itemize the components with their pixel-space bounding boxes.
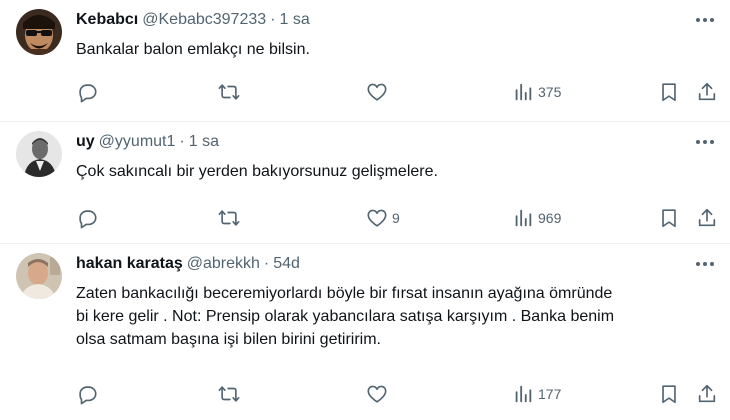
more-options-button[interactable]: [692, 254, 718, 274]
view-count: 375: [538, 84, 562, 100]
reply-icon: [79, 84, 97, 103]
heart-icon: [367, 209, 387, 227]
reply-button[interactable]: [76, 204, 102, 232]
more-dots-icon: [696, 262, 714, 266]
share-button[interactable]: [696, 78, 718, 106]
tweet-kebabci[interactable]: Kebabcı @Kebabc397233 · 1 sa Bankalar balon…: [0, 0, 730, 122]
timestamp[interactable]: 1 sa: [189, 133, 219, 150]
retweet-icon: [218, 210, 240, 226]
more-dots-icon: [696, 140, 714, 144]
tweet-header: uy @yyumut1 · 1 sa: [76, 131, 670, 153]
avatar-image: [16, 9, 62, 55]
reply-button[interactable]: [76, 78, 102, 106]
reply-icon: [79, 210, 97, 229]
bookmark-icon: [662, 209, 676, 228]
views-button[interactable]: 375: [512, 78, 561, 106]
views-button[interactable]: 177: [512, 380, 561, 408]
avatar[interactable]: [16, 253, 62, 299]
view-count: 969: [538, 210, 562, 226]
tweet-header: Kebabcı @Kebabc397233 · 1 sa: [76, 9, 670, 31]
display-name[interactable]: uy: [76, 133, 95, 150]
share-button[interactable]: [696, 204, 718, 232]
user-handle[interactable]: @yyumut1: [99, 133, 176, 150]
tweet-text: Çok sakıncalı bir yerden bakıyorsunuz ge…: [76, 163, 438, 180]
action-bar: 9 969: [66, 204, 718, 232]
views-chart-icon: [515, 385, 532, 403]
bookmark-icon: [662, 83, 676, 102]
tweet-uy[interactable]: uy @yyumut1 · 1 sa Çok sakıncalı bir yerden…: [0, 122, 730, 244]
avatar-image: [16, 131, 62, 177]
reply-button[interactable]: [76, 380, 102, 408]
tweet-text: Bankalar balon emlakçı ne bilsin.: [76, 41, 310, 58]
more-options-button[interactable]: [692, 132, 718, 152]
like-count: 9: [392, 210, 400, 226]
views-chart-icon: [515, 209, 532, 227]
view-count: 177: [538, 386, 562, 402]
share-icon: [698, 82, 716, 101]
user-handle[interactable]: @abrekkh: [187, 255, 260, 272]
separator-dot: ·: [179, 133, 185, 150]
action-bar: 375: [66, 78, 718, 106]
share-icon: [698, 384, 716, 403]
display-name[interactable]: hakan karataş: [76, 255, 183, 272]
timestamp[interactable]: 54d: [273, 255, 300, 272]
retweet-icon: [218, 386, 240, 402]
views-button[interactable]: 969: [512, 204, 561, 232]
avatar[interactable]: [16, 131, 62, 177]
tweet-hakan-karatas[interactable]: hakan karataş @abrekkh · 54d Zaten bankacıl…: [0, 244, 730, 420]
bookmark-button[interactable]: [658, 78, 680, 106]
action-bar: 177: [66, 380, 718, 408]
like-button[interactable]: [366, 78, 392, 106]
display-name[interactable]: Kebabcı: [76, 11, 138, 28]
bookmark-icon: [662, 385, 676, 404]
like-button[interactable]: 9: [366, 204, 400, 232]
separator-dot: ·: [263, 255, 270, 272]
retweet-button[interactable]: [218, 380, 244, 408]
retweet-icon: [218, 84, 240, 100]
avatar[interactable]: [16, 9, 62, 55]
heart-icon: [367, 83, 387, 101]
views-chart-icon: [515, 83, 532, 101]
tweet-text: Zaten bankacılığı beceremiyorlardı böyle…: [76, 285, 615, 348]
share-button[interactable]: [696, 380, 718, 408]
timestamp[interactable]: 1 sa: [279, 11, 309, 28]
tweet-header: hakan karataş @abrekkh · 54d: [76, 253, 670, 275]
bookmark-button[interactable]: [658, 204, 680, 232]
more-dots-icon: [696, 18, 714, 22]
like-button[interactable]: [366, 380, 392, 408]
share-icon: [698, 208, 716, 227]
reply-icon: [79, 386, 97, 405]
bookmark-button[interactable]: [658, 380, 680, 408]
user-handle[interactable]: @Kebabc397233: [142, 11, 266, 28]
separator-dot: ·: [270, 11, 276, 28]
heart-icon: [367, 385, 387, 403]
avatar-image: [16, 253, 62, 299]
retweet-button[interactable]: [218, 78, 244, 106]
more-options-button[interactable]: [692, 10, 718, 30]
retweet-button[interactable]: [218, 204, 244, 232]
